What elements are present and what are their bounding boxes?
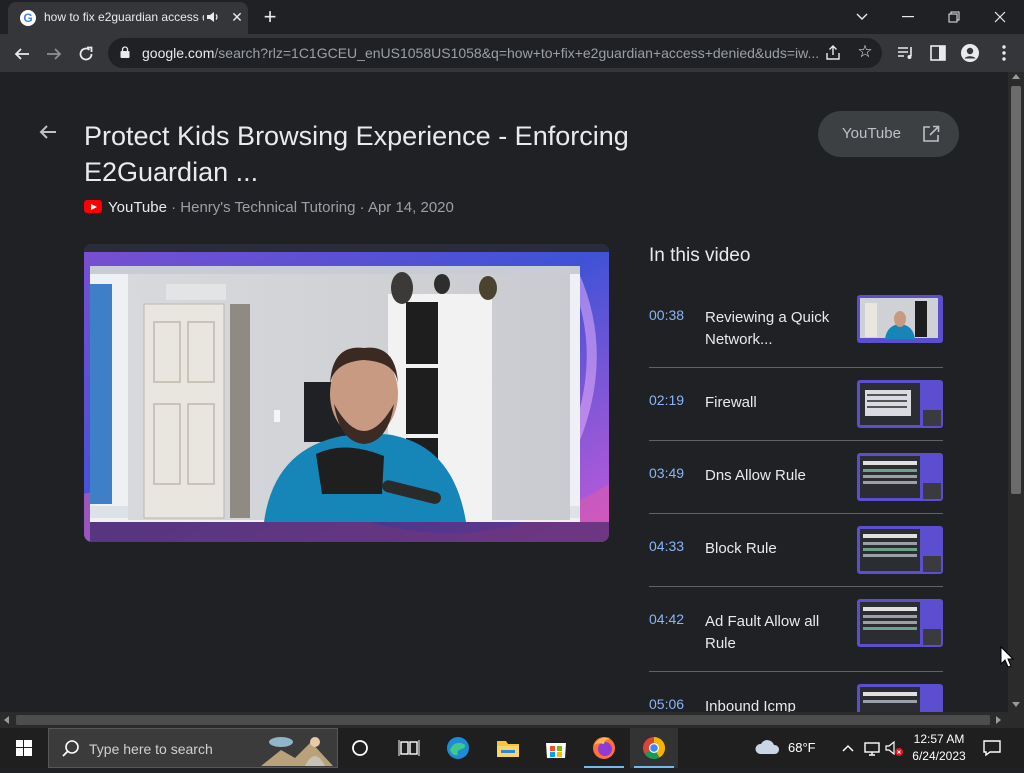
back-arrow-icon[interactable] [38, 122, 58, 142]
taskbar-search-placeholder: Type here to search [89, 741, 213, 757]
video-channel-date: · Henry's Technical Tutoring · Apr 14, 2… [166, 199, 454, 216]
chapter-thumbnail[interactable] [857, 684, 943, 712]
chapter-label[interactable]: Dns Allow Rule [705, 465, 843, 487]
mouse-pointer-icon [1000, 646, 1014, 668]
browser-tab[interactable]: how to fix e2guardian access denied ✕ [8, 2, 248, 34]
notification-center-icon[interactable] [980, 736, 1004, 760]
weather-widget[interactable]: 68°F [754, 736, 844, 760]
chapter-label[interactable]: Ad Fault Allow all Rule [705, 611, 843, 655]
scroll-left-arrow-icon[interactable] [4, 716, 9, 724]
vertical-scroll-thumb[interactable] [1011, 86, 1021, 494]
windows-logo-icon [16, 740, 32, 756]
clock-date: 6/24/2023 [912, 749, 966, 763]
chapter-item-2[interactable]: 03:49 Dns Allow Rule [649, 453, 943, 514]
youtube-button-label: YouTube [842, 125, 901, 142]
file-explorer-icon[interactable] [484, 728, 532, 768]
chapter-time[interactable]: 05:06 [649, 696, 684, 712]
system-clock[interactable]: 12:57 AM 6/24/2023 [904, 731, 974, 765]
forward-icon[interactable] [40, 39, 68, 67]
weather-temperature: 68°F [788, 740, 816, 755]
back-icon[interactable] [8, 39, 36, 67]
chapter-thumbnail[interactable] [857, 453, 943, 501]
minimize-icon[interactable] [888, 3, 928, 29]
taskbar-search-box[interactable]: Type here to search [48, 728, 338, 768]
lock-icon[interactable] [120, 46, 130, 58]
url-text[interactable]: google.com/search?rlz=1C1GCEU_enUS1058US… [142, 45, 822, 61]
task-view-icon[interactable] [384, 728, 432, 768]
horizontal-scrollbar[interactable] [0, 712, 1024, 728]
video-player[interactable] [84, 244, 609, 542]
chapter-thumbnail[interactable] [857, 526, 943, 574]
address-bar[interactable]: google.com/search?rlz=1C1GCEU_enUS1058US… [108, 38, 882, 68]
video-meta: YouTube · Henry's Technical Tutoring · A… [84, 199, 454, 216]
edge-icon[interactable] [434, 728, 482, 768]
new-tab-button[interactable]: + [258, 5, 282, 29]
tab-title: how to fix e2guardian access denied [44, 10, 204, 24]
cortana-icon[interactable] [336, 728, 384, 768]
chapter-label[interactable]: Reviewing a Quick Network... [705, 307, 843, 351]
microsoft-store-icon[interactable] [532, 728, 580, 768]
chapter-time[interactable]: 00:38 [649, 307, 684, 323]
video-source[interactable]: YouTube [108, 199, 167, 216]
external-link-icon [923, 125, 940, 142]
chapter-time[interactable]: 04:33 [649, 538, 684, 554]
volume-muted-icon[interactable] [884, 738, 904, 758]
scroll-right-arrow-icon[interactable] [996, 716, 1001, 724]
firefox-icon[interactable] [580, 728, 628, 768]
clock-time: 12:57 AM [913, 732, 965, 746]
profile-icon[interactable] [960, 43, 980, 63]
chapter-time[interactable]: 02:19 [649, 392, 684, 408]
side-panel-icon[interactable] [928, 43, 948, 63]
close-window-icon[interactable] [980, 3, 1020, 29]
chapter-label[interactable]: Firewall [705, 392, 843, 414]
start-button[interactable] [0, 728, 48, 768]
chapter-item-0[interactable]: 00:38 Reviewing a Quick Network... [649, 295, 943, 368]
video-title[interactable]: Protect Kids Browsing Experience - Enfor… [84, 118, 704, 190]
chapter-item-4[interactable]: 04:42 Ad Fault Allow all Rule [649, 599, 943, 672]
browser-toolbar: google.com/search?rlz=1C1GCEU_enUS1058US… [0, 34, 1024, 72]
video-frame [84, 244, 609, 542]
chevron-up-icon[interactable] [838, 738, 858, 758]
search-highlight-art-icon [261, 737, 333, 766]
chapter-label[interactable]: Inbound Icmp [705, 696, 843, 712]
windows-taskbar: Type here to search 68°F 12:57 AM 6/24/2… [0, 728, 1024, 768]
youtube-logo-icon [84, 200, 102, 213]
google-favicon-icon [20, 10, 36, 26]
tab-search-chevron-icon[interactable] [842, 3, 882, 29]
chapter-time[interactable]: 04:42 [649, 611, 684, 627]
chapter-thumbnail[interactable] [857, 599, 943, 647]
bookmark-star-icon[interactable]: ☆ [856, 42, 874, 62]
video-detail-page: Protect Kids Browsing Experience - Enfor… [0, 72, 1008, 712]
chapter-label[interactable]: Block Rule [705, 538, 843, 560]
speaker-icon[interactable] [206, 9, 220, 25]
open-in-youtube-button[interactable]: YouTube [818, 111, 959, 157]
chapter-thumbnail[interactable] [857, 380, 943, 428]
media-control-icon[interactable] [896, 43, 916, 63]
chapter-item-1[interactable]: 02:19 Firewall [649, 380, 943, 441]
menu-kebab-icon[interactable] [994, 43, 1014, 63]
restore-icon[interactable] [934, 3, 974, 29]
scroll-up-arrow-icon[interactable] [1012, 74, 1020, 79]
tab-strip: how to fix e2guardian access denied ✕ + [0, 0, 1024, 34]
scroll-down-arrow-icon[interactable] [1012, 702, 1020, 707]
close-tab-icon[interactable]: ✕ [228, 8, 246, 26]
reload-icon[interactable] [72, 39, 100, 67]
chrome-icon[interactable] [630, 728, 678, 768]
search-icon [62, 740, 79, 757]
vertical-scrollbar[interactable] [1008, 72, 1024, 712]
network-icon[interactable] [862, 738, 882, 758]
chapter-thumbnail[interactable] [857, 295, 943, 343]
share-icon[interactable] [824, 44, 842, 62]
cloud-icon [755, 740, 780, 754]
horizontal-scroll-thumb[interactable] [16, 715, 990, 725]
chapter-item-5[interactable]: 05:06 Inbound Icmp [649, 684, 943, 712]
chapters-heading: In this video [649, 245, 751, 266]
chapter-time[interactable]: 03:49 [649, 465, 684, 481]
chapter-item-3[interactable]: 04:33 Block Rule [649, 526, 943, 587]
